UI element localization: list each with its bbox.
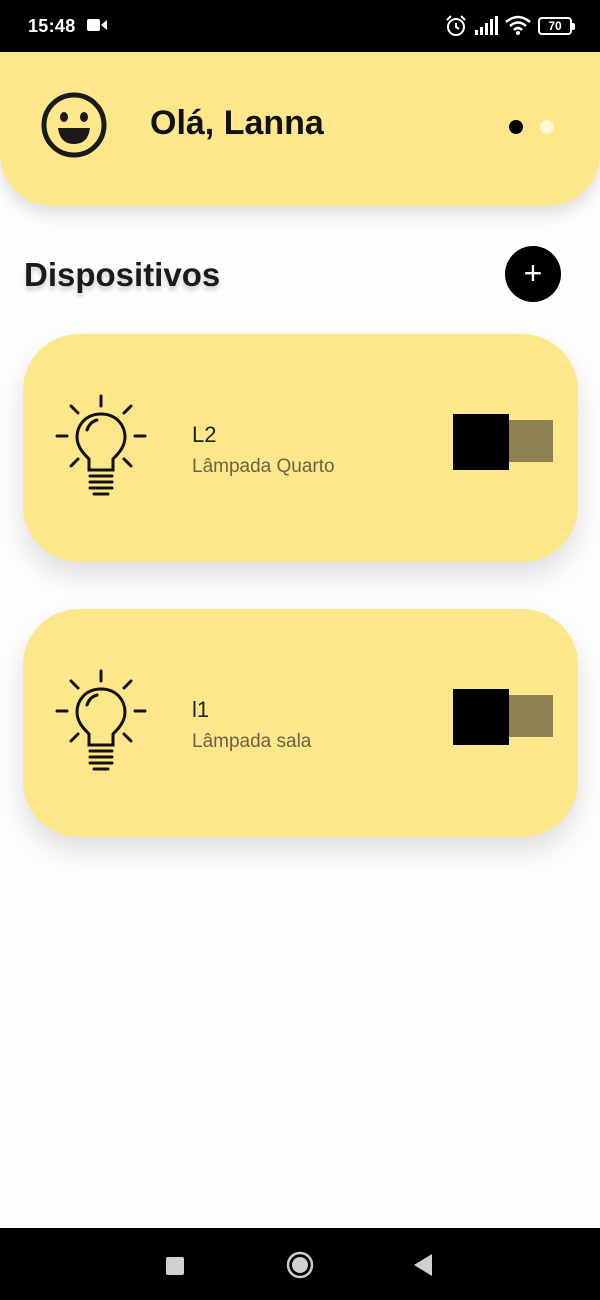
device-name: l1	[192, 697, 210, 722]
light-bulb-icon	[55, 669, 147, 771]
device-card[interactable]: l1 Lâmpada sala	[23, 609, 578, 837]
device-card[interactable]: L2 Lâmpada Quarto	[23, 334, 578, 562]
switch-thumb[interactable]	[453, 414, 509, 470]
home-icon[interactable]	[286, 1251, 314, 1279]
battery-level: 70	[548, 19, 562, 33]
device-toggle-switch[interactable]	[453, 414, 553, 470]
light-bulb-icon	[55, 394, 147, 496]
switch-thumb[interactable]	[453, 689, 509, 745]
add-device-button[interactable]: +	[505, 246, 561, 302]
switch-track	[505, 695, 553, 737]
section-title: Dispositivos	[24, 256, 221, 293]
device-toggle-switch[interactable]	[453, 689, 553, 745]
page-indicator-dot-active[interactable]	[509, 120, 523, 134]
plus-icon: +	[523, 255, 543, 291]
back-icon[interactable]	[410, 1252, 434, 1278]
smiley-face-icon	[41, 92, 107, 158]
recent-apps-icon[interactable]	[166, 1257, 184, 1275]
video-camera-icon	[87, 19, 107, 31]
battery-icon: 70	[538, 17, 575, 35]
status-time: 15:48	[28, 16, 76, 36]
status-bar: 15:48 70	[0, 0, 600, 52]
page-indicator-dot[interactable]	[540, 120, 554, 134]
device-name: L2	[192, 422, 217, 447]
greeting-title: Olá, Lanna	[150, 104, 324, 142]
alarm-icon	[446, 15, 466, 36]
navigation-bar	[0, 1228, 600, 1300]
device-description: Lâmpada sala	[192, 731, 312, 752]
signal-icon	[475, 16, 498, 35]
header: Olá, Lanna	[0, 52, 600, 206]
device-description: Lâmpada Quarto	[192, 456, 335, 477]
switch-track	[505, 420, 553, 462]
wifi-icon	[505, 15, 531, 35]
